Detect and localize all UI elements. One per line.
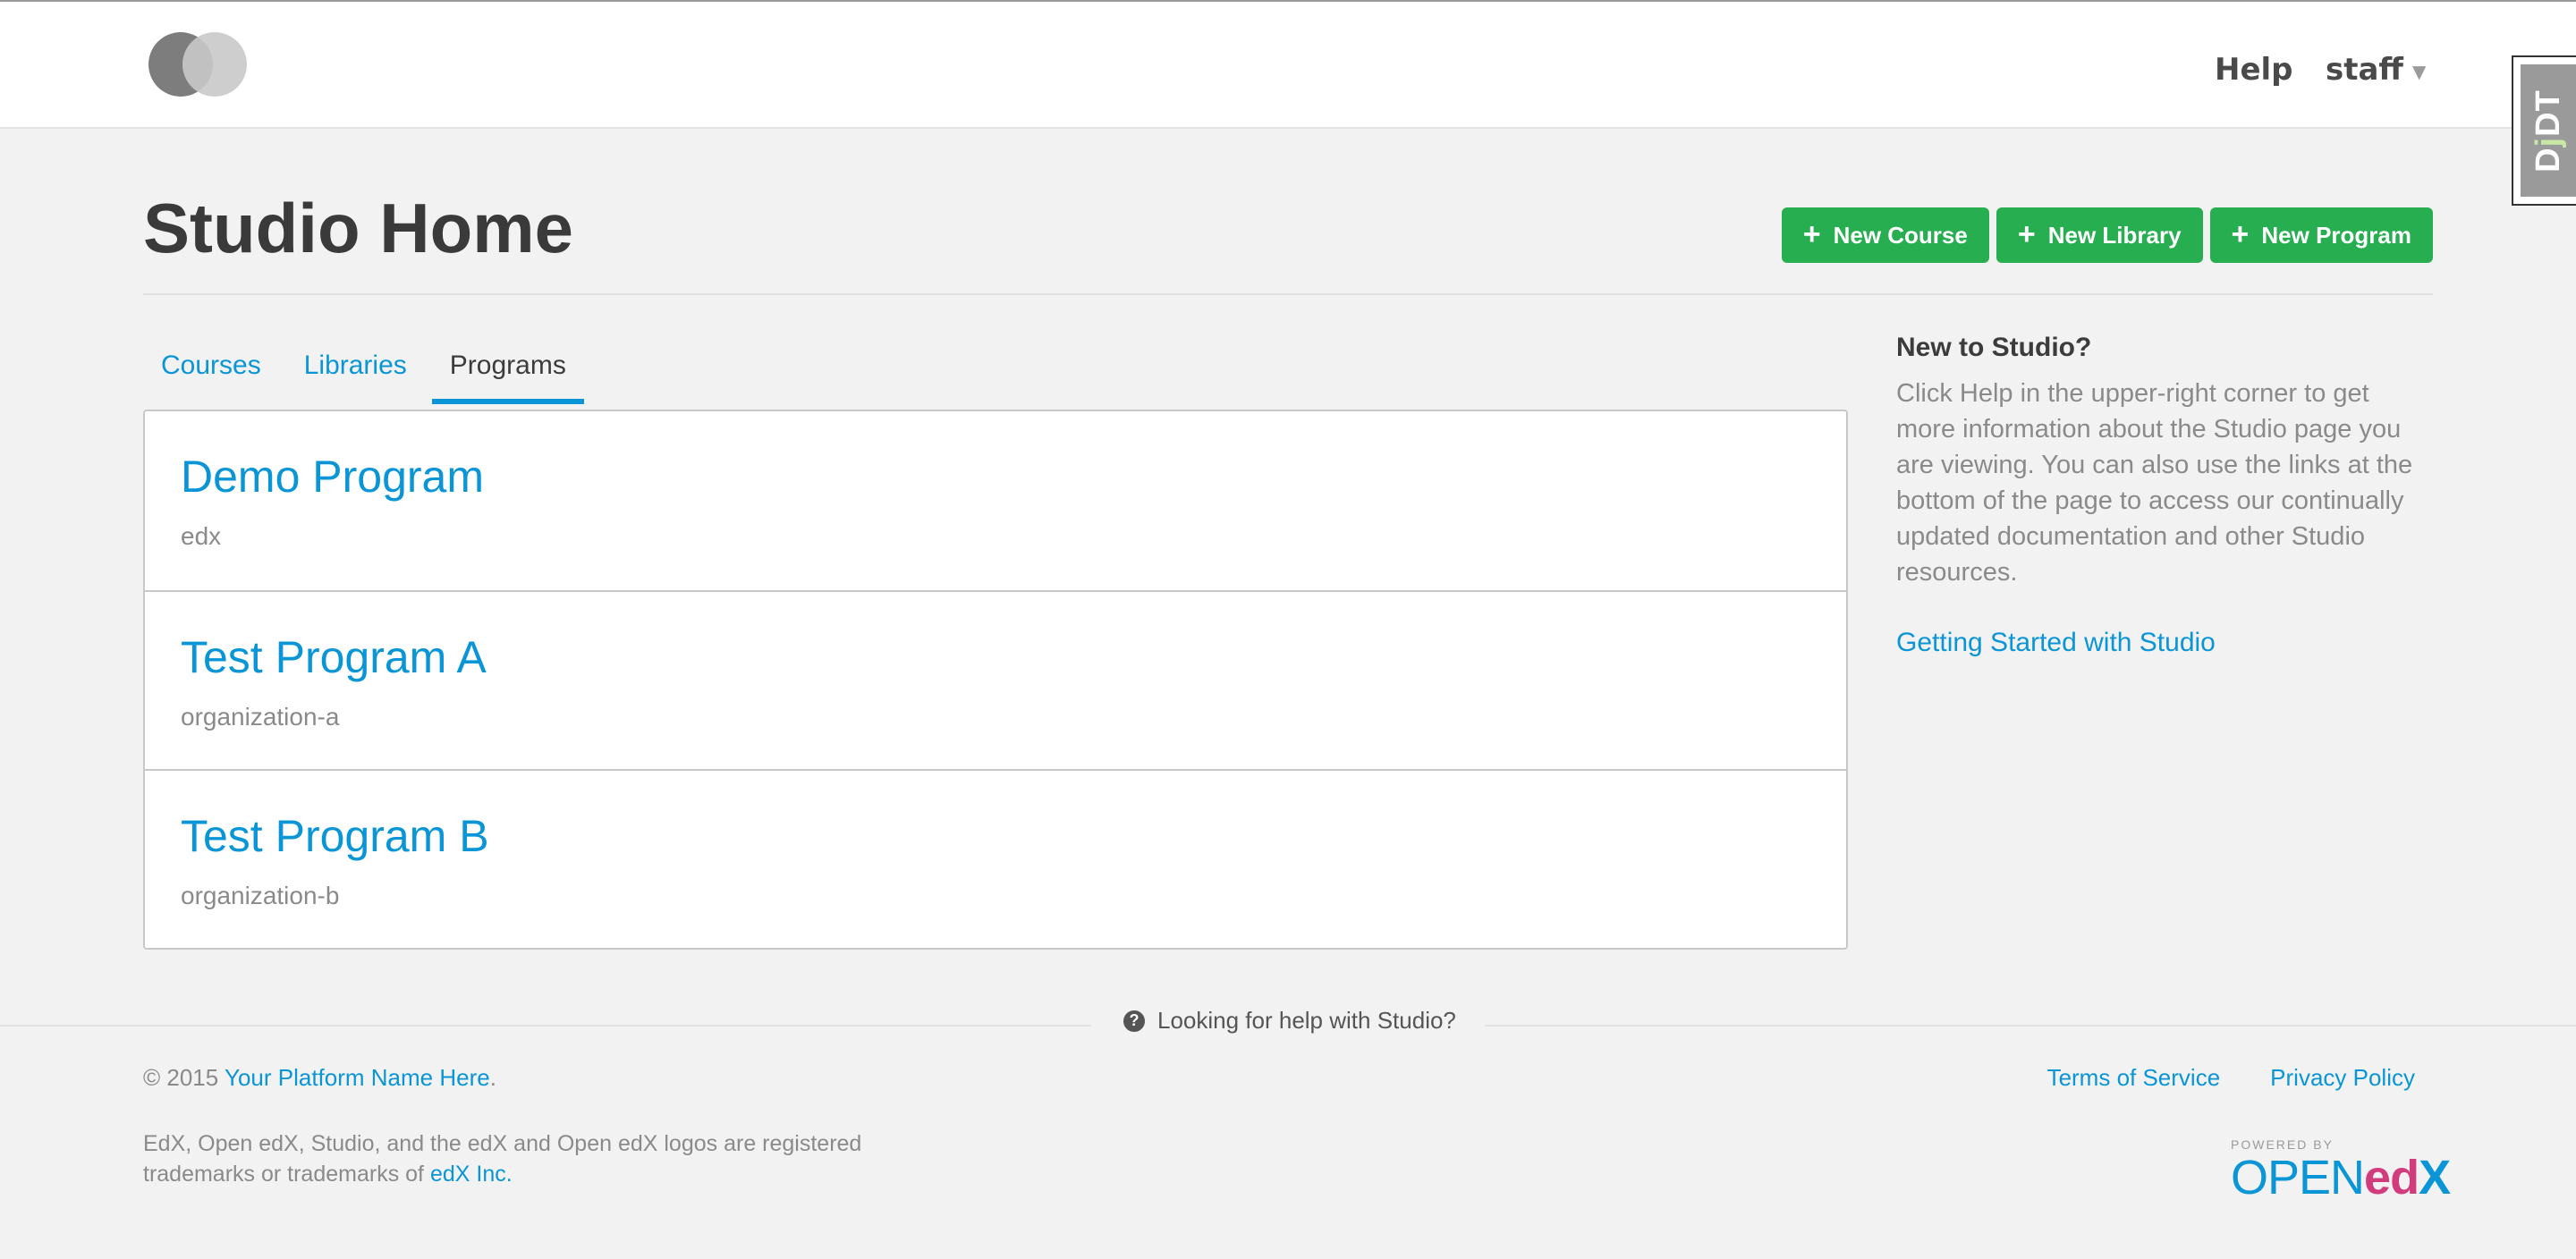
tab-libraries[interactable]: Libraries <box>286 351 425 404</box>
help-link[interactable]: Help <box>2215 52 2293 88</box>
debug-toolbar-label: DjDT <box>2529 89 2567 173</box>
privacy-policy-link[interactable]: Privacy Policy <box>2270 1064 2415 1092</box>
program-list: Demo Program edx Test Program A organiza… <box>143 410 1848 950</box>
username-label: staff <box>2326 52 2403 88</box>
question-circle-icon: ? <box>1123 1010 1145 1032</box>
new-course-button[interactable]: + New Course <box>1781 207 1989 263</box>
plus-icon: + <box>1802 216 1821 251</box>
page-title: Studio Home <box>143 189 573 267</box>
tab-courses[interactable]: Courses <box>143 351 279 404</box>
powered-by-openedx-logo[interactable]: POWERED BY OPENedX <box>2231 1137 2451 1204</box>
edx-inc-link[interactable]: edX Inc. <box>430 1162 513 1187</box>
plus-icon: + <box>2017 216 2036 251</box>
program-org: edx <box>181 522 222 550</box>
trademark-notice: EdX, Open edX, Studio, and the edX and O… <box>143 1131 862 1187</box>
plus-icon: + <box>2231 216 2250 251</box>
new-library-button[interactable]: + New Library <box>1996 207 2203 263</box>
program-org: organization-a <box>181 703 340 731</box>
help-sidebar: New to Studio? Click Help in the upper-r… <box>1896 333 2433 658</box>
list-item: Demo Program edx <box>145 411 1846 590</box>
page-actions: + New Course + New Library + New Program <box>1781 207 2433 263</box>
footer-divider-left <box>0 1025 1091 1027</box>
platform-name-link[interactable]: Your Platform Name Here <box>225 1064 490 1091</box>
getting-started-link[interactable]: Getting Started with Studio <box>1896 628 2216 658</box>
help-cta-link[interactable]: ? Looking for help with Studio? <box>1123 1007 1456 1035</box>
new-program-button[interactable]: + New Program <box>2209 207 2433 263</box>
user-menu[interactable]: staff ▼ <box>2326 52 2426 88</box>
program-title-link[interactable]: Test Program B <box>181 810 1810 862</box>
program-title-link[interactable]: Demo Program <box>181 451 1810 503</box>
powered-by-label: POWERED BY <box>2231 1137 2334 1152</box>
copyright: © 2015 Your Platform Name Here. <box>143 1064 496 1091</box>
openedx-wordmark: OPENedX <box>2231 1151 2451 1204</box>
program-title-link[interactable]: Test Program A <box>181 631 1810 683</box>
program-org: organization-b <box>181 882 340 909</box>
content-tabs: Courses Libraries Programs <box>143 351 591 404</box>
debug-toolbar-handle[interactable]: DjDT <box>2512 55 2576 206</box>
sidebar-title: New to Studio? <box>1896 333 2092 362</box>
list-item: Test Program B organization-b <box>145 769 1846 948</box>
logo-circle-light <box>182 32 247 97</box>
title-divider <box>143 293 2433 295</box>
sidebar-text: Click Help in the upper-right corner to … <box>1896 379 2413 587</box>
caret-down-icon: ▼ <box>2411 61 2427 82</box>
tab-programs[interactable]: Programs <box>431 351 584 404</box>
list-item: Test Program A organization-a <box>145 590 1846 769</box>
footer-divider-right <box>1485 1025 2576 1027</box>
terms-of-service-link[interactable]: Terms of Service <box>2047 1064 2221 1092</box>
footer-links: Terms of Service Privacy Policy <box>2047 1064 2415 1092</box>
studio-logo[interactable] <box>148 32 247 97</box>
site-header: Help staff ▼ <box>0 2 2576 129</box>
